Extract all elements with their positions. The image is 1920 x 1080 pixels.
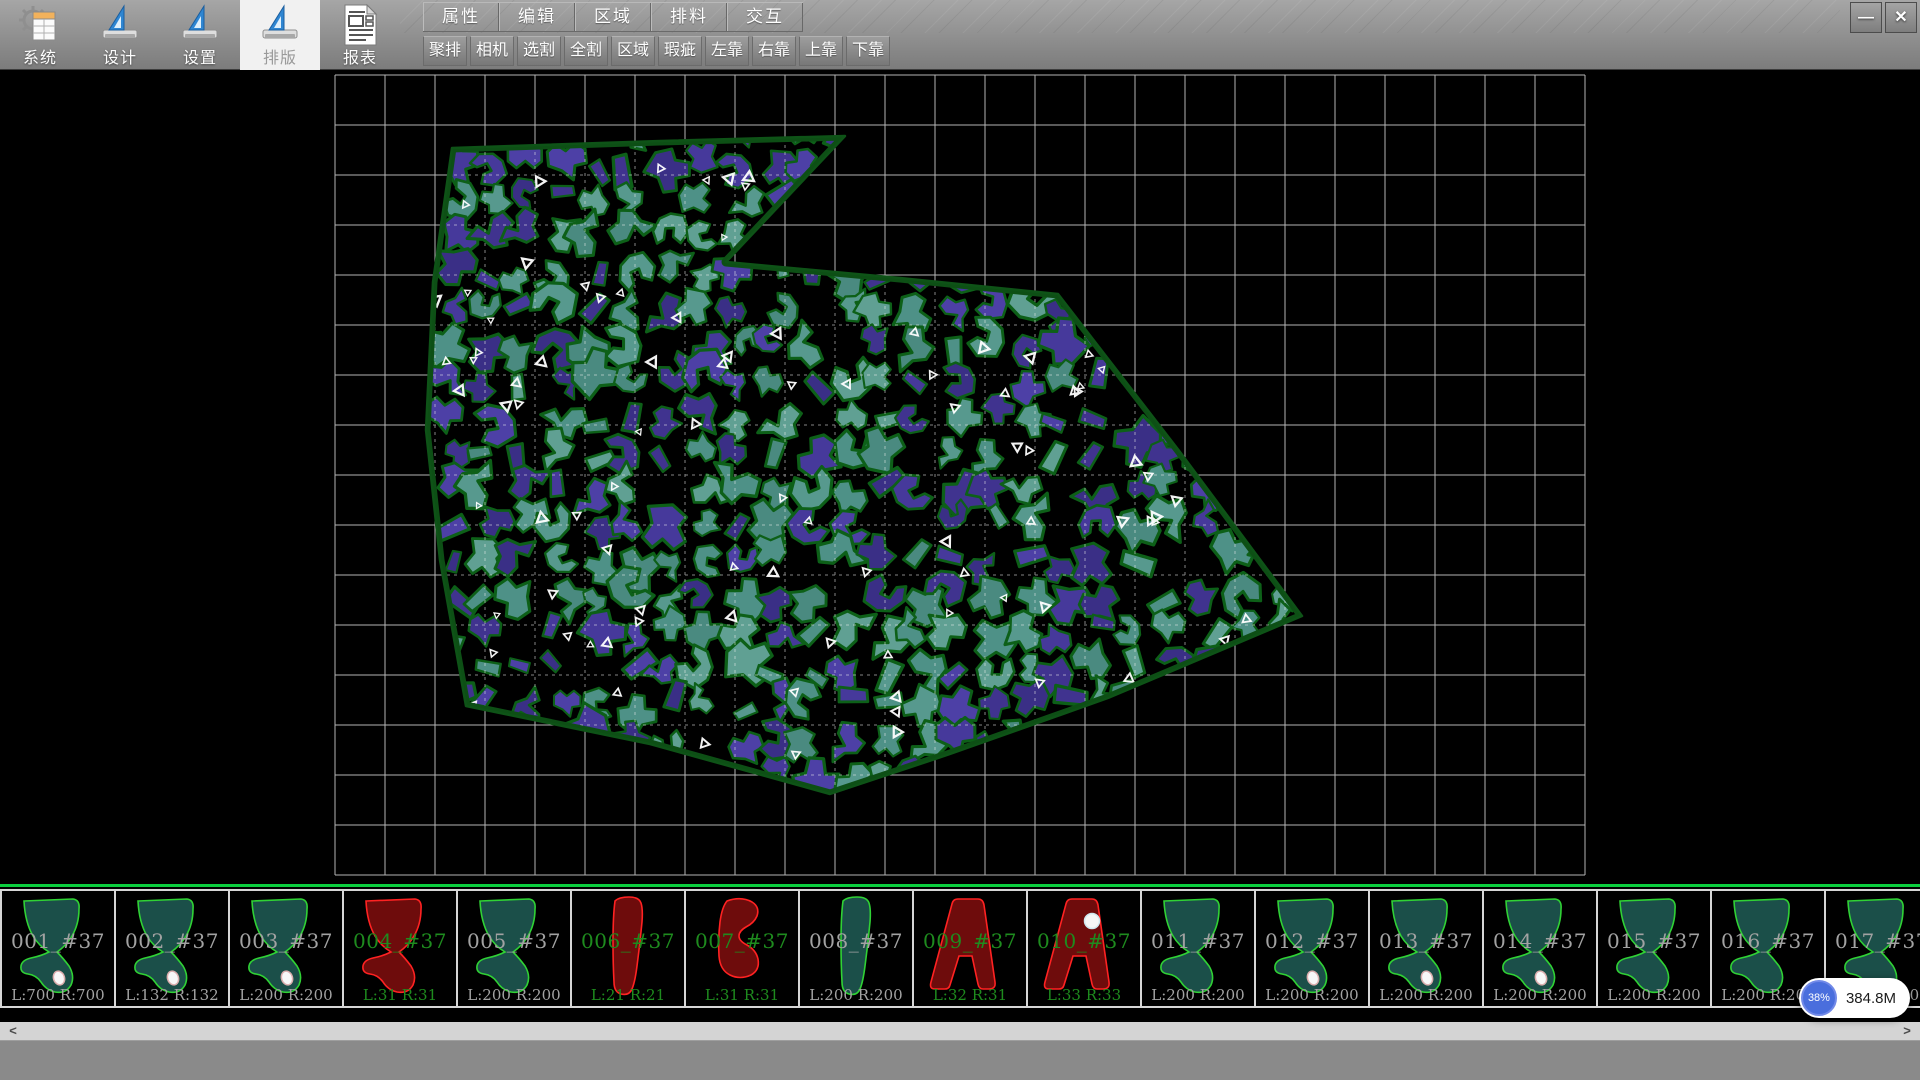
menu-edit[interactable]: 编辑	[499, 3, 575, 31]
tab-label: 系统	[0, 44, 80, 68]
part-thumbnail[interactable]: 007_#37 L:31 R:31	[684, 889, 800, 1008]
memory-badge: 38% 384.8M	[1799, 978, 1910, 1018]
part-name: 009_#37	[914, 929, 1026, 953]
part-name: 016_#37	[1712, 929, 1824, 953]
menu-properties[interactable]: 属性	[423, 3, 499, 31]
tool-snap-up[interactable]: 上靠	[799, 36, 843, 66]
report-icon	[338, 3, 382, 47]
part-lr-count: L:200 R:200	[1256, 986, 1368, 1004]
tool-select-cut[interactable]: 选割	[517, 36, 561, 66]
part-lr-count: L:200 R:200	[458, 986, 570, 1004]
tab-label: 排版	[240, 44, 320, 68]
part-thumbnail[interactable]: 010_#37 L:33 R:33	[1026, 889, 1142, 1008]
part-thumbnail[interactable]: 003_#37 L:200 R:200	[228, 889, 344, 1008]
tool-snap-down[interactable]: 下靠	[846, 36, 890, 66]
tool-camera[interactable]: 相机	[470, 36, 514, 66]
part-name: 017_#37	[1826, 929, 1920, 953]
part-thumbnail[interactable]: 014_#37 L:200 R:200	[1482, 889, 1598, 1008]
scroll-track[interactable]	[26, 1022, 1894, 1040]
part-lr-count: L:200 R:200	[1484, 986, 1596, 1004]
tab-label: 报表	[320, 44, 400, 68]
main-tab-bar: 系统设计设置排版报表	[0, 0, 400, 70]
part-lr-count: L:31 R:31	[686, 986, 798, 1004]
menu-interact[interactable]: 交互	[727, 3, 803, 31]
part-thumbnail[interactable]: 013_#37 L:200 R:200	[1368, 889, 1484, 1008]
part-name: 010_#37	[1028, 929, 1140, 953]
part-lr-count: L:200 R:200	[800, 986, 912, 1004]
tool-cluster-nest[interactable]: 聚排	[423, 36, 467, 66]
part-thumbnail[interactable]: 009_#37 L:32 R:31	[912, 889, 1028, 1008]
part-name: 003_#37	[230, 929, 342, 953]
part-name: 002_#37	[116, 929, 228, 953]
parts-filmstrip: 001_#37L:700 R:700002_#37L:132 R:132003_…	[0, 884, 1920, 1022]
part-lr-count: L:31 R:31	[344, 986, 456, 1004]
part-name: 015_#37	[1598, 929, 1710, 953]
ruler-icon	[258, 3, 302, 47]
part-lr-count: L:200 R:200	[1598, 986, 1710, 1004]
part-name: 011_#37	[1142, 929, 1254, 953]
part-thumbnail[interactable]: 004_#37 L:31 R:31	[342, 889, 458, 1008]
minimize-button[interactable]: —	[1850, 2, 1882, 33]
part-name: 005_#37	[458, 929, 570, 953]
tab-label: 设计	[80, 44, 160, 68]
part-lr-count: L:200 R:200	[1142, 986, 1254, 1004]
status-bar	[0, 1040, 1920, 1080]
part-thumbnail[interactable]: 012_#37 L:200 R:200	[1254, 889, 1370, 1008]
scroll-left-button[interactable]: <	[0, 1022, 26, 1040]
ruler-icon	[178, 3, 222, 47]
part-thumbnail[interactable]: 006_#37 L:21 R:21	[570, 889, 686, 1008]
part-thumbnail[interactable]: 005_#37 L:200 R:200	[456, 889, 572, 1008]
close-button[interactable]: ✕	[1885, 2, 1917, 33]
part-thumbnail[interactable]: 015_#37 L:200 R:200	[1596, 889, 1712, 1008]
scroll-right-button[interactable]: >	[1894, 1022, 1920, 1040]
part-thumbnail[interactable]: 001_#37 L:700 R:700	[0, 889, 116, 1008]
part-thumbnail[interactable]: 011_#37 L:200 R:200	[1140, 889, 1256, 1008]
part-name: 012_#37	[1256, 929, 1368, 953]
part-thumbnail[interactable]: 002_#37 L:132 R:132	[114, 889, 230, 1008]
memory-size-label: 384.8M	[1846, 990, 1896, 1007]
tab-design[interactable]: 设计	[80, 0, 160, 70]
tab-settings[interactable]: 设置	[160, 0, 240, 70]
part-lr-count: L:200 R:200	[230, 986, 342, 1004]
tool-cut-all[interactable]: 全割	[564, 36, 608, 66]
part-lr-count: L:200 R:200	[1370, 986, 1482, 1004]
part-lr-count: L:21 R:21	[572, 986, 684, 1004]
tab-report[interactable]: 报表	[320, 0, 400, 70]
main-toolbar: 系统设计设置排版报表 属性编辑区域排料交互 聚排相机选割全割区域瑕疵左靠右靠上靠…	[0, 0, 1920, 70]
tool-bar: 聚排相机选割全割区域瑕疵左靠右靠上靠下靠	[423, 36, 893, 67]
part-name: 006_#37	[572, 929, 684, 953]
system-icon	[18, 3, 62, 47]
part-lr-count: L:33 R:33	[1028, 986, 1140, 1004]
app-window: 系统设计设置排版报表 属性编辑区域排料交互 聚排相机选割全割区域瑕疵左靠右靠上靠…	[0, 0, 1920, 1080]
part-lr-count: L:132 R:132	[116, 986, 228, 1004]
part-lr-count: L:32 R:31	[914, 986, 1026, 1004]
menu-bar: 属性编辑区域排料交互	[423, 2, 803, 32]
part-name: 013_#37	[1370, 929, 1482, 953]
tab-label: 设置	[160, 44, 240, 68]
part-name: 007_#37	[686, 929, 798, 953]
part-lr-count: L:700 R:700	[2, 986, 114, 1004]
window-controls: — ✕	[1847, 2, 1917, 33]
tool-snap-right[interactable]: 右靠	[752, 36, 796, 66]
tool-region[interactable]: 区域	[611, 36, 655, 66]
part-name: 004_#37	[344, 929, 456, 953]
part-thumbnail-list: 001_#37L:700 R:700002_#37L:132 R:132003_…	[0, 889, 1920, 1012]
part-name: 001_#37	[2, 929, 114, 953]
tool-snap-left[interactable]: 左靠	[705, 36, 749, 66]
menu-nesting[interactable]: 排料	[651, 3, 727, 31]
ruler-icon	[98, 3, 142, 47]
tab-layout[interactable]: 排版	[240, 0, 320, 70]
horizontal-scrollbar: < >	[0, 1022, 1920, 1040]
tab-system[interactable]: 系统	[0, 0, 80, 70]
part-name: 008_#37	[800, 929, 912, 953]
tool-defect[interactable]: 瑕疵	[658, 36, 702, 66]
part-name: 014_#37	[1484, 929, 1596, 953]
nesting-canvas[interactable]	[0, 70, 1920, 884]
menu-region[interactable]: 区域	[575, 3, 651, 31]
part-thumbnail[interactable]: 008_#37 L:200 R:200	[798, 889, 914, 1008]
memory-percent-indicator: 38%	[1801, 980, 1837, 1016]
